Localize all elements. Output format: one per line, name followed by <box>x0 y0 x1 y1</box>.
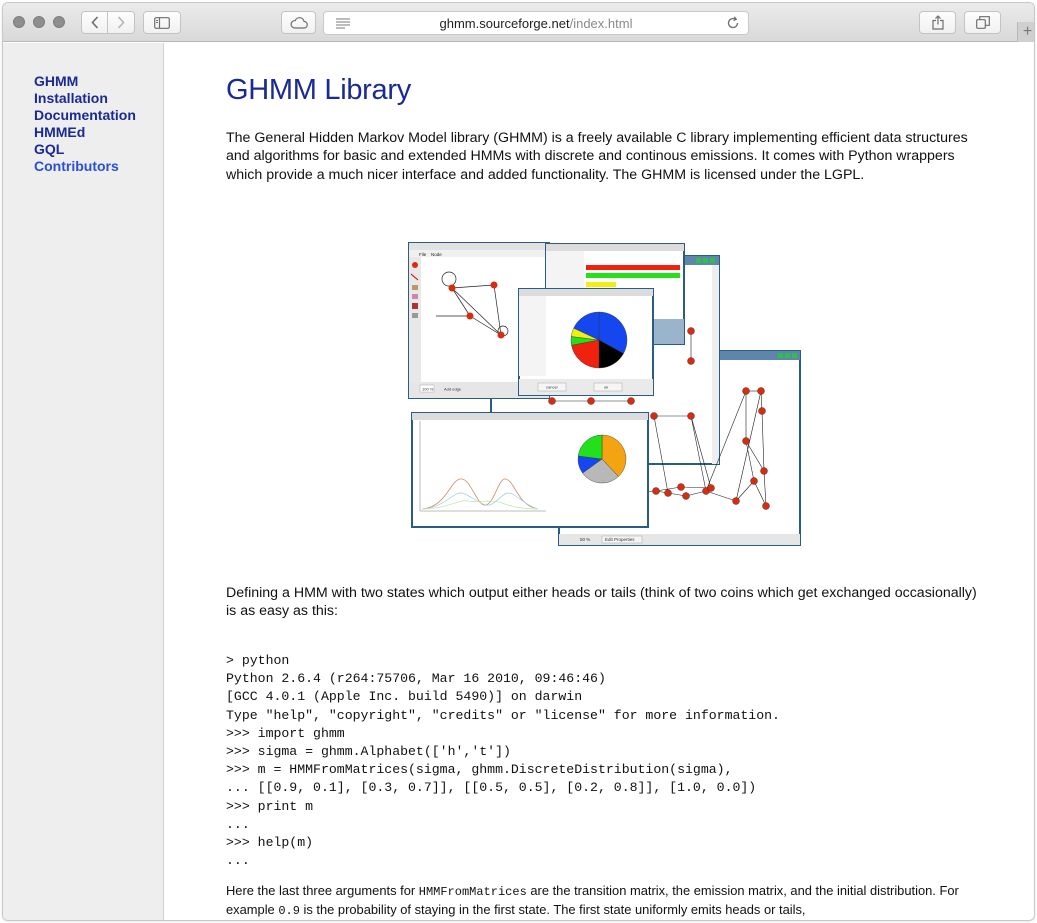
nav-link-contributors[interactable]: Contributors <box>34 158 119 174</box>
nav-link-ghmm[interactable]: GHMM <box>34 73 78 89</box>
code-line: >>> sigma = ghmm.Alphabet(['h','t']) <box>226 744 511 760</box>
intro-paragraph: The General Hidden Markov Model library … <box>226 130 968 183</box>
share-icon <box>931 15 944 30</box>
chevron-left-icon <box>90 16 98 29</box>
minimize-window-button[interactable] <box>33 16 45 28</box>
graph-node <box>650 412 658 420</box>
browser-window: ghmm.sourceforge.net/index.html + GHMM I… <box>3 3 1034 920</box>
nav-link-documentation[interactable]: Documentation <box>34 107 136 123</box>
share-button[interactable] <box>919 11 956 34</box>
editor-menu-file: File <box>419 252 427 257</box>
graph-node <box>707 484 715 492</box>
cloud-icon <box>290 16 308 29</box>
definition-paragraph: Defining a HMM with two states which out… <box>226 585 977 620</box>
editor-menu-node: Node <box>431 252 442 257</box>
edit-properties-button: Edit Properties <box>605 537 635 542</box>
page-title: GHMM Library <box>226 74 411 106</box>
code-line: ... <box>226 816 250 832</box>
sidebar-icon <box>154 16 170 29</box>
nav-link-installation[interactable]: Installation <box>34 90 108 106</box>
graph-node <box>757 387 765 395</box>
graph-node <box>742 387 750 395</box>
code-line: ... [[0.9, 0.1], [0.3, 0.7]], [[0.5, 0.5… <box>226 780 757 796</box>
graph-node <box>682 492 690 500</box>
distribution-dialog: cancel ok <box>518 288 654 396</box>
explanation-text-1: Here the last three arguments for <box>226 883 419 898</box>
graph-node <box>732 497 740 505</box>
code-line: Python 2.6.4 (r264:75706, Mar 16 2010, 0… <box>226 671 606 687</box>
explanation-paragraph: Here the last three arguments for HMMFro… <box>226 882 986 920</box>
code-line: >>> help(m) <box>226 835 314 851</box>
tabs-overview-icon <box>975 16 990 29</box>
url-text: ghmm.sourceforge.net/index.html <box>324 16 748 31</box>
sidebar-nav: GHMM Installation Documentation HMMEd GQ… <box>34 73 136 175</box>
plus-icon: + <box>1022 23 1033 40</box>
nav-link-hmmed[interactable]: HMMEd <box>34 124 85 140</box>
page-sidebar: GHMM Installation Documentation HMMEd GQ… <box>3 43 164 920</box>
graph-node <box>758 407 766 415</box>
icloud-tabs-button[interactable] <box>281 11 316 34</box>
browser-toolbar: ghmm.sourceforge.net/index.html + <box>3 3 1034 42</box>
dialog-cancel-button: cancel <box>546 385 558 390</box>
editor-zoom-label: 100 % <box>422 387 434 392</box>
code-line: [GCC 4.0.1 (Apple Inc. build 5490)] on d… <box>226 689 583 705</box>
close-window-button[interactable] <box>13 16 25 28</box>
new-tab-button[interactable]: + <box>1017 22 1034 42</box>
graph-node <box>664 489 672 497</box>
graph-node <box>687 357 695 365</box>
back-button[interactable] <box>81 11 108 34</box>
graph-node <box>677 483 685 491</box>
distribution-pie-chart <box>570 311 628 369</box>
url-path: /index.html <box>569 16 633 31</box>
graph-node <box>762 502 770 510</box>
dialog-ok-button: ok <box>604 385 608 390</box>
graph-node <box>687 327 695 335</box>
graph-node <box>627 397 635 405</box>
zoom-level-label: 50 % <box>580 537 590 542</box>
code-line: >>> m = HMMFromMatrices(sigma, ghmm.Disc… <box>226 762 733 778</box>
url-host: ghmm.sourceforge.net <box>439 16 570 31</box>
sidebar-toggle-button[interactable] <box>143 11 181 34</box>
reload-icon[interactable] <box>726 16 740 30</box>
density-plot-window <box>411 412 649 528</box>
code-line: Type "help", "copyright", "credits" or "… <box>226 707 780 723</box>
mixture-pie-chart <box>577 434 627 484</box>
graph-node <box>587 397 595 405</box>
nav-link-gql[interactable]: GQL <box>34 141 64 157</box>
graph-node <box>760 467 768 475</box>
address-bar[interactable]: ghmm.sourceforge.net/index.html <box>323 11 749 35</box>
graph-node <box>742 437 750 445</box>
hmmed-screenshot-collage: 50 % Edit Properties File Node 100 % Add… <box>408 242 801 546</box>
graph-node <box>750 477 758 485</box>
code-line: > python <box>226 653 290 668</box>
chevron-right-icon <box>117 16 125 29</box>
code-line: >>> import ghmm <box>226 725 345 741</box>
forward-button[interactable] <box>108 11 135 34</box>
python-code-block: > python Python 2.6.4 (r264:75706, Mar 16… <box>226 652 780 870</box>
inline-code-hmmfrommatrices: HMMFromMatrices <box>418 885 527 899</box>
graph-node <box>652 487 660 495</box>
add-edge-button: Add edge <box>444 387 462 392</box>
inline-code-probability: 0.9 <box>278 904 300 918</box>
show-tabs-button[interactable] <box>964 11 1001 34</box>
code-line: >>> print m <box>226 798 314 814</box>
explanation-text-3: is the probability of staying in the fir… <box>299 902 806 917</box>
code-line: ... <box>226 853 250 869</box>
graph-node <box>687 412 695 420</box>
zoom-window-button[interactable] <box>53 16 65 28</box>
